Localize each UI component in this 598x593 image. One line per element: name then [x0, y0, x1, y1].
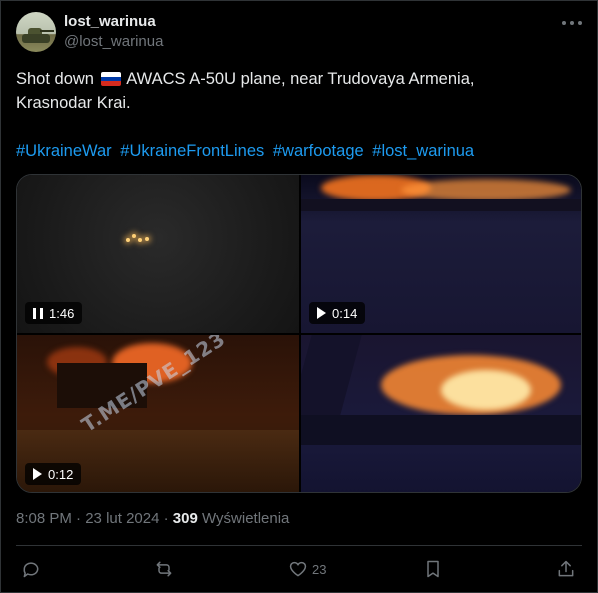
tweet-text-after-flag: AWACS A-50U plane, near Trudovaya Armeni… [126, 70, 475, 88]
video-tile-4[interactable] [301, 335, 581, 492]
hashtags: #UkraineWar #UkraineFrontLines #warfoota… [16, 139, 478, 163]
media-grid: 1:46 0:14 T.ME/PVE_123 0:12 [16, 174, 582, 493]
user-handle[interactable]: @lost_warinua [64, 33, 163, 50]
tweet-text-line-1: Shot down AWACS A-50U plane, near Trudov… [16, 67, 582, 91]
divider [16, 545, 582, 546]
play-icon[interactable] [33, 468, 42, 480]
bookmark-icon [427, 560, 439, 578]
share-icon [558, 560, 574, 577]
tweet-text-line-2: Krasnodar Krai. [16, 94, 131, 112]
fire-glow [401, 179, 571, 201]
user-name[interactable]: lost_warinua [64, 13, 156, 30]
bookmark-button[interactable] [423, 557, 443, 581]
video-duration-badge[interactable]: 1:46 [25, 302, 83, 324]
video-tile-3[interactable]: T.ME/PVE_123 0:12 [17, 335, 299, 492]
like-button[interactable]: 23 [288, 557, 326, 581]
light-dot [126, 238, 130, 242]
reply-button[interactable] [21, 557, 45, 581]
video-duration: 1:46 [49, 305, 75, 321]
video-tile-2[interactable]: 0:14 [301, 175, 581, 333]
share-button[interactable] [556, 557, 576, 581]
meta-separator: · [163, 510, 169, 527]
reply-icon [23, 562, 39, 578]
tweet-text-before-flag: Shot down [16, 70, 94, 88]
fire-glow [441, 370, 531, 410]
video-tile-1[interactable]: 1:46 [17, 175, 299, 333]
video-duration: 0:14 [332, 305, 358, 321]
repost-button[interactable] [154, 557, 178, 581]
avatar[interactable] [16, 12, 56, 52]
light-dot [138, 238, 142, 242]
tweet-text: Shot down AWACS A-50U plane, near Trudov… [16, 67, 582, 115]
views-count: 309 [172, 510, 198, 527]
video-duration: 0:12 [48, 466, 74, 482]
building-silhouette [301, 415, 581, 445]
hashtag-link[interactable]: #warfootage [273, 142, 364, 160]
video-duration-badge[interactable]: 0:14 [309, 302, 366, 324]
hashtag-link[interactable]: #UkraineFrontLines [120, 142, 264, 160]
play-icon[interactable] [317, 307, 326, 319]
hashtag-link[interactable]: #UkraineWar [16, 142, 112, 160]
building-silhouette [301, 199, 581, 211]
russia-flag-icon [100, 72, 121, 86]
hashtag-link[interactable]: #lost_warinua [372, 142, 474, 160]
views-label: Wyświetlenia [202, 510, 290, 527]
tweet-date[interactable]: 23 lut 2024 [85, 510, 159, 527]
light-dot [145, 237, 149, 241]
pause-icon[interactable] [33, 307, 43, 319]
roof-silhouette [301, 335, 362, 415]
light-dot [132, 234, 136, 238]
tweet-time[interactable]: 8:08 PM [16, 510, 72, 527]
like-count: 23 [312, 561, 327, 577]
avatar-tank-gun [40, 30, 54, 32]
tweet-meta: 8:08 PM · 23 lut 2024 · 309 Wyświetlenia [16, 510, 289, 527]
video-duration-badge[interactable]: 0:12 [25, 463, 82, 485]
like-icon [289, 561, 307, 577]
more-icon[interactable] [562, 14, 582, 32]
repost-icon [156, 561, 172, 577]
meta-separator: · [76, 510, 82, 527]
avatar-tank-body [22, 34, 50, 43]
